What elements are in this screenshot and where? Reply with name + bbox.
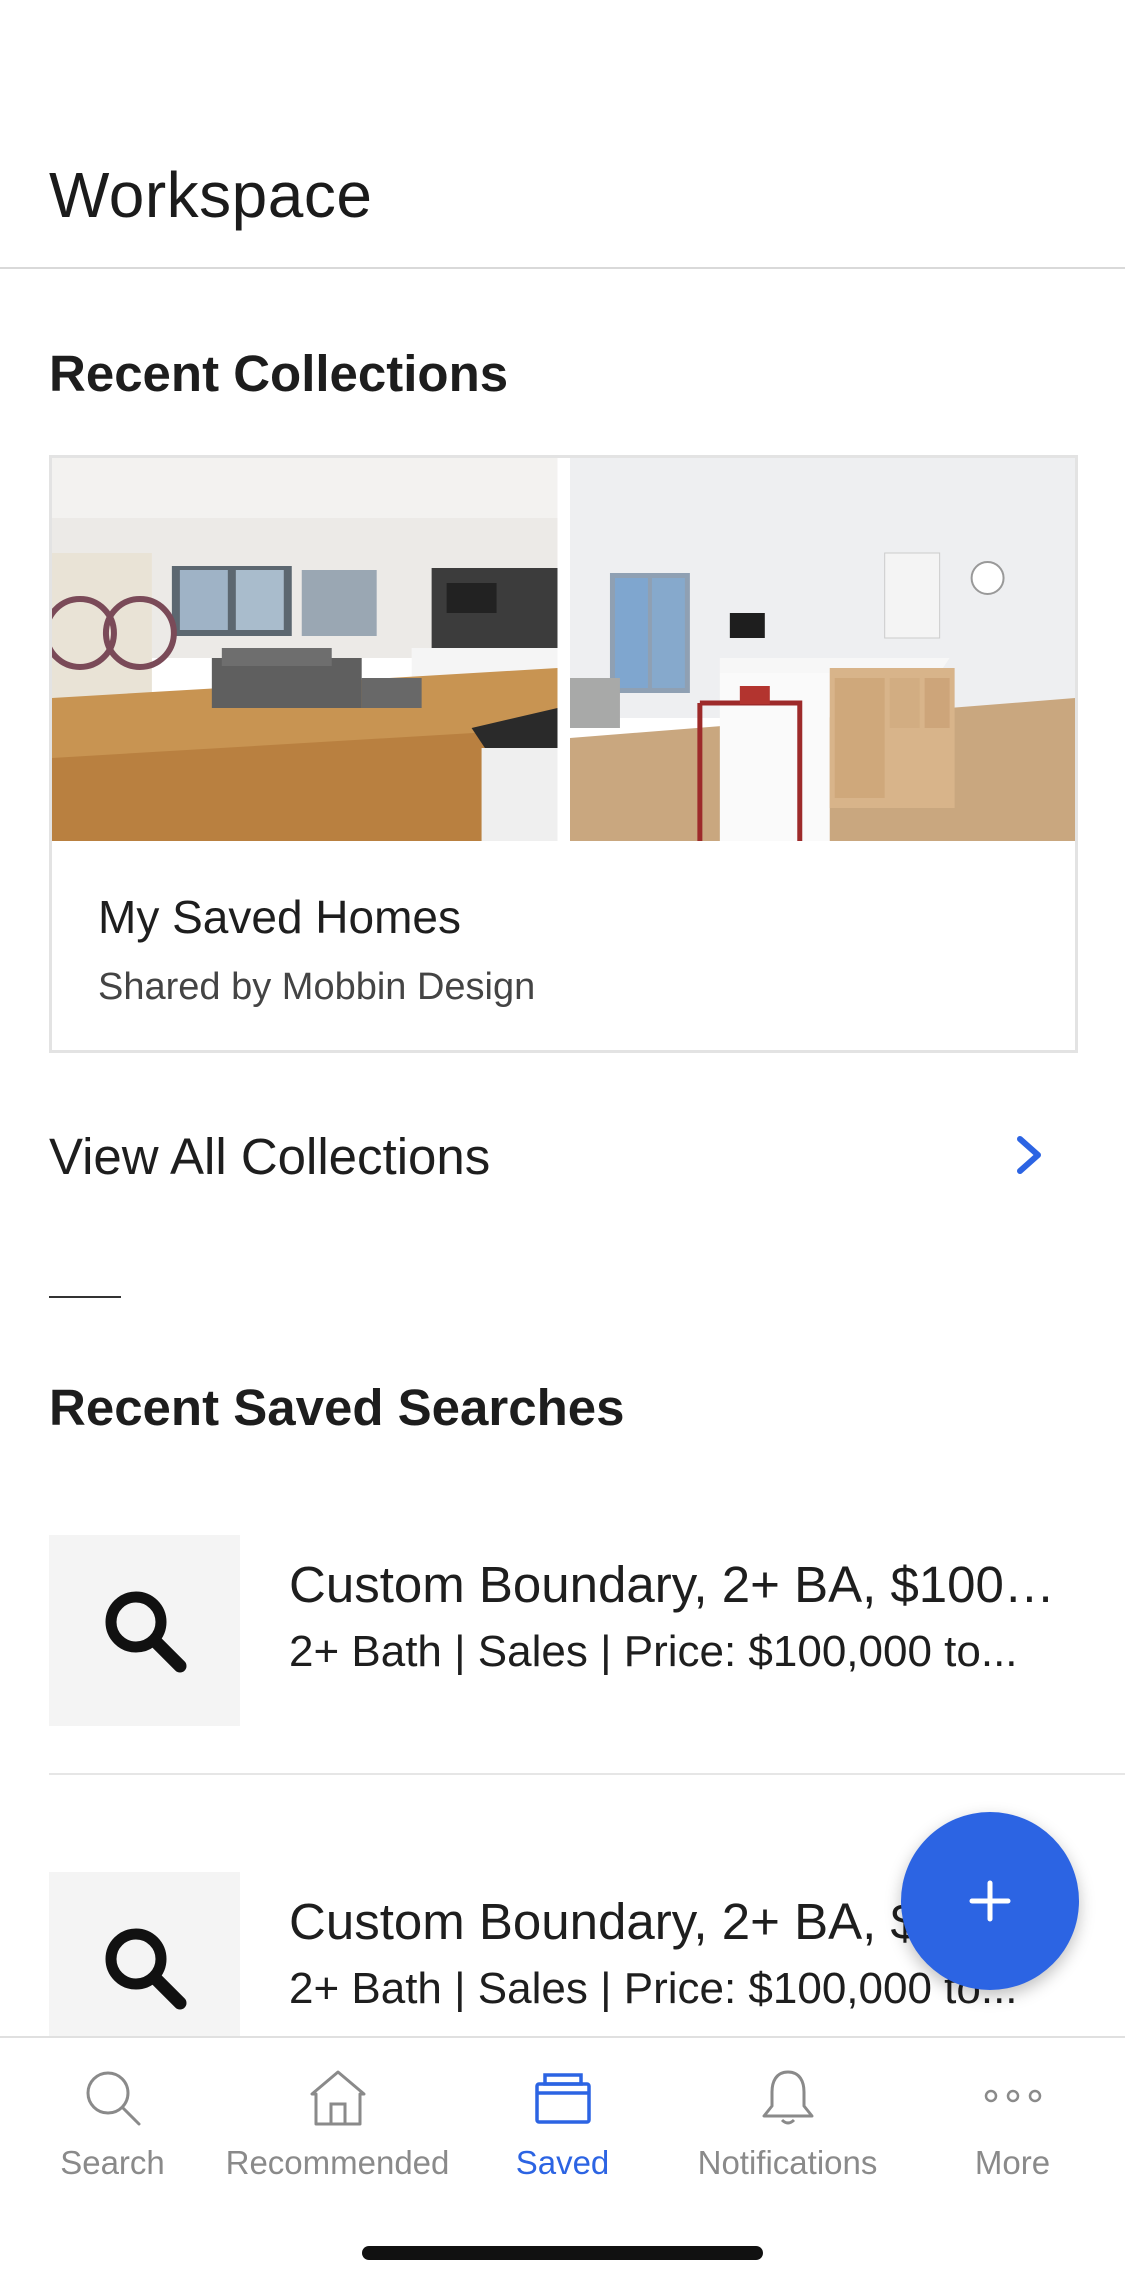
saved-search-thumbnail bbox=[49, 1535, 240, 1726]
saved-search-criteria: 2+ Bath | Sales | Price: $100,000 to... bbox=[289, 1627, 1018, 1676]
tab-recommended[interactable]: Recommended bbox=[225, 2038, 450, 2208]
collection-photo-kitchen bbox=[569, 458, 1075, 841]
search-icon bbox=[105, 1591, 186, 1672]
tab-label: Recommended bbox=[225, 2144, 450, 2181]
search-icon bbox=[86, 2071, 140, 2126]
tab-search[interactable]: Search bbox=[0, 2038, 225, 2208]
home-icon bbox=[310, 2070, 365, 2126]
recent-saved-searches-heading: Recent Saved Searches bbox=[49, 1379, 625, 1436]
tab-saved[interactable]: Saved bbox=[450, 2038, 675, 2208]
tab-label: Saved bbox=[515, 2144, 610, 2181]
collection-photo-living-room bbox=[52, 458, 558, 841]
add-button[interactable] bbox=[901, 1812, 1079, 1990]
search-icon bbox=[105, 1928, 186, 2009]
tab-label: Search bbox=[60, 2144, 165, 2181]
collection-shared-by: Shared by Mobbin Design bbox=[98, 966, 536, 1008]
tab-label: Notifications bbox=[697, 2144, 878, 2181]
view-all-collections-link[interactable]: View All Collections bbox=[0, 1105, 1125, 1207]
list-divider bbox=[49, 1773, 1125, 1775]
bell-icon bbox=[762, 2070, 813, 2125]
recent-collections-heading: Recent Collections bbox=[49, 345, 509, 402]
section-divider bbox=[49, 1296, 121, 1298]
saved-search-title: Custom Boundary, 2+ BA, $100K... bbox=[289, 1556, 1079, 1613]
plus-icon bbox=[969, 1880, 1011, 1922]
collection-name: My Saved Homes bbox=[98, 891, 462, 943]
view-all-collections-label: View All Collections bbox=[49, 1128, 491, 1185]
more-dots-icon bbox=[984, 2089, 1041, 2103]
header-divider bbox=[0, 267, 1125, 269]
tab-notifications[interactable]: Notifications bbox=[675, 2038, 900, 2208]
saved-search-item[interactable]: Custom Boundary, 2+ BA, $100K... 2+ Bath… bbox=[0, 1535, 1125, 1735]
collection-card[interactable]: My Saved Homes Shared by Mobbin Design bbox=[49, 455, 1078, 1053]
chevron-right-icon bbox=[1017, 1136, 1041, 1174]
saved-search-thumbnail bbox=[49, 1872, 240, 2063]
collection-photos bbox=[52, 458, 1075, 841]
tab-label: More bbox=[974, 2144, 1051, 2181]
home-indicator bbox=[362, 2246, 763, 2260]
page-title: Workspace bbox=[49, 159, 373, 231]
saved-folder-icon bbox=[534, 2073, 591, 2124]
tab-more[interactable]: More bbox=[900, 2038, 1125, 2208]
